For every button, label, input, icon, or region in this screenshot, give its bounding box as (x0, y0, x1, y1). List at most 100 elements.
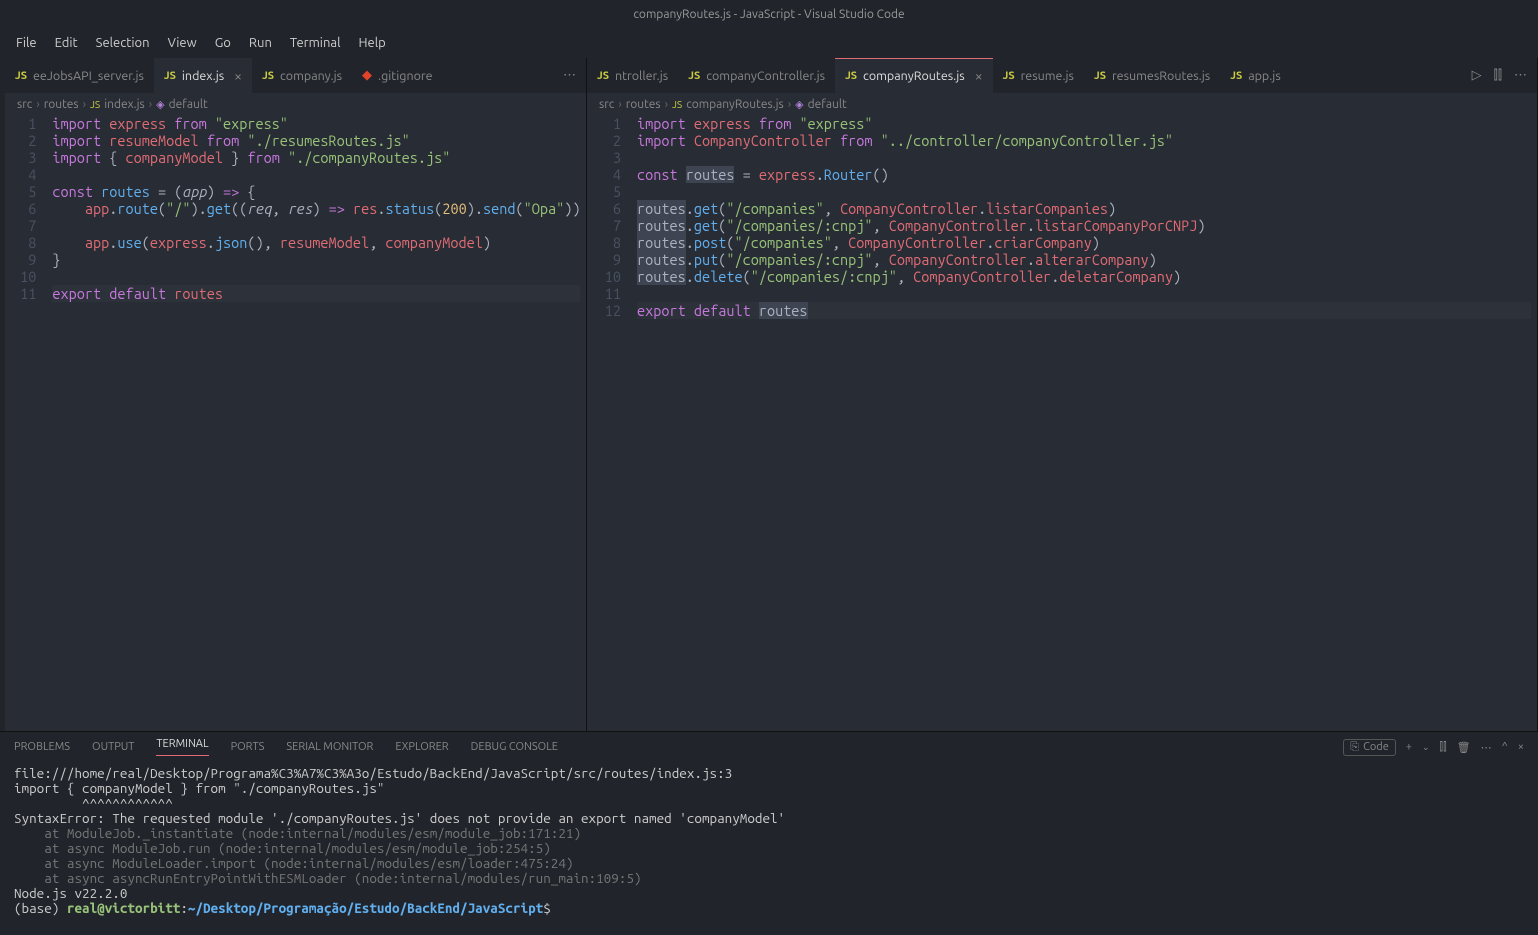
tab-index-js[interactable]: JSindex.js× (154, 58, 252, 93)
code-line[interactable]: routes.put("/companies/:cnpj", CompanyCo… (637, 251, 1531, 268)
code-line[interactable] (52, 268, 580, 285)
code-line[interactable]: const routes = (app) => { (52, 183, 580, 200)
panel-tab-debug-console[interactable]: DEBUG CONSOLE (471, 741, 558, 753)
tab-label: companyRoutes.js (863, 69, 965, 83)
menu-go[interactable]: Go (207, 32, 239, 54)
terminal-line: at async ModuleLoader.import (node:inter… (14, 856, 1524, 871)
code-line[interactable]: import CompanyController from "../contro… (637, 132, 1531, 149)
menu-selection[interactable]: Selection (88, 32, 158, 54)
code-line[interactable]: export default routes (52, 285, 580, 302)
tab-companyController-js[interactable]: JScompanyController.js (678, 58, 835, 93)
editor-pane-left: JSeeJobsAPI_server.jsJSindex.js×JScompan… (5, 58, 587, 731)
breadcrumb-item[interactable]: index.js (104, 98, 145, 111)
breadcrumb-item[interactable]: default (808, 98, 847, 111)
terminal-line: at async asyncRunEntryPointWithESMLoader… (14, 871, 1524, 886)
breadcrumb-item[interactable]: routes (44, 98, 79, 111)
tab-label: company.js (280, 69, 342, 83)
code-line[interactable]: } (52, 251, 580, 268)
more-icon[interactable]: ⋯ (1514, 68, 1527, 83)
code-line[interactable]: routes.get("/companies/:cnpj", CompanyCo… (637, 217, 1531, 234)
breadcrumb-item[interactable]: default (169, 98, 208, 111)
code-editor-right[interactable]: 123456789101112 import express from "exp… (587, 115, 1537, 731)
panel-tab-serial-monitor[interactable]: SERIAL MONITOR (286, 741, 373, 753)
code-line[interactable] (637, 285, 1531, 302)
new-terminal-icon[interactable]: + (1406, 741, 1412, 753)
chevron-up-icon[interactable]: ^ (1502, 741, 1508, 753)
code-line[interactable]: import { companyModel } from "./companyR… (52, 149, 580, 166)
breadcrumb-item[interactable]: src (599, 98, 614, 111)
code-line[interactable]: import express from "express" (637, 115, 1531, 132)
panel-tab-terminal[interactable]: TERMINAL (156, 738, 208, 756)
panel-tab-explorer[interactable]: EXPLORER (395, 741, 448, 753)
terminal-line: at async ModuleJob.run (node:internal/mo… (14, 841, 1524, 856)
split-terminal-icon[interactable]: ⫿⫿ (1440, 741, 1447, 754)
code-line[interactable]: export default routes (637, 302, 1531, 319)
close-icon[interactable]: × (234, 68, 242, 84)
code-line[interactable] (637, 183, 1531, 200)
code-lines-left[interactable]: import express from "express"import resu… (52, 115, 580, 731)
chevron-right-icon: › (83, 98, 86, 111)
breadcrumb-item[interactable]: companyRoutes.js (686, 98, 784, 111)
symbol-icon: ◈ (795, 98, 803, 111)
terminal-line: file:///home/real/Desktop/Programa%C3%A7… (14, 766, 1524, 781)
tab-app-js[interactable]: JSapp.js (1220, 58, 1291, 93)
menu-edit[interactable]: Edit (47, 32, 86, 54)
js-icon: JS (845, 70, 857, 82)
tab-ntroller-js[interactable]: JSntroller.js (587, 58, 678, 93)
tab-resumesRoutes-js[interactable]: JSresumesRoutes.js (1084, 58, 1220, 93)
terminal-selector[interactable]: ⎘ Code (1343, 739, 1396, 756)
breadcrumb-left[interactable]: src›routes›JSindex.js›◈default (5, 93, 586, 115)
code-editor-left[interactable]: 1234567891011 import express from "expre… (5, 115, 586, 731)
code-line[interactable]: routes.post("/companies", CompanyControl… (637, 234, 1531, 251)
chevron-down-icon[interactable]: ⌄ (1422, 742, 1430, 753)
js-icon: JS (164, 70, 176, 82)
menu-file[interactable]: File (8, 32, 45, 54)
code-line[interactable]: routes.get("/companies", CompanyControll… (637, 200, 1531, 217)
code-lines-right[interactable]: import express from "express"import Comp… (637, 115, 1531, 731)
code-line[interactable] (637, 149, 1531, 166)
code-line[interactable]: import resumeModel from "./resumesRoutes… (52, 132, 580, 149)
tab-company-js[interactable]: JScompany.js (252, 58, 352, 93)
line-number: 7 (5, 217, 36, 234)
tab-resume-js[interactable]: JSresume.js (993, 58, 1084, 93)
run-icon[interactable]: ▷ (1472, 68, 1482, 83)
breadcrumb-item[interactable]: routes (626, 98, 661, 111)
trash-icon[interactable]: 🗑 (1457, 741, 1471, 754)
more-icon[interactable]: ⋯ (563, 68, 576, 83)
panel-tab-problems[interactable]: PROBLEMS (14, 741, 70, 753)
code-line[interactable]: app.route("/").get((req, res) => res.sta… (52, 200, 580, 217)
code-line[interactable]: const routes = express.Router() (637, 166, 1531, 183)
panel-tab-output[interactable]: OUTPUT (92, 741, 134, 753)
code-line[interactable]: import express from "express" (52, 115, 580, 132)
gutter-left: 1234567891011 (5, 115, 52, 731)
split-icon[interactable]: ⫿⫿ (1494, 68, 1502, 83)
tab-eeJobsAPI_server-js[interactable]: JSeeJobsAPI_server.js (5, 58, 154, 93)
js-icon: JS (15, 70, 27, 82)
breadcrumb-item[interactable]: src (17, 98, 32, 111)
panel-tab-ports[interactable]: PORTS (231, 741, 265, 753)
more-icon[interactable]: ⋯ (1481, 741, 1492, 754)
code-line[interactable] (52, 166, 580, 183)
menu-help[interactable]: Help (350, 32, 393, 54)
line-number: 8 (587, 234, 621, 251)
close-icon[interactable]: × (1518, 741, 1524, 753)
minimap-right[interactable] (1531, 115, 1537, 731)
menu-terminal[interactable]: Terminal (282, 32, 349, 54)
tab-actions-left: ⋯ (553, 68, 586, 83)
terminal-output[interactable]: file:///home/real/Desktop/Programa%C3%A7… (0, 762, 1538, 935)
menu-run[interactable]: Run (241, 32, 280, 54)
menu-view[interactable]: View (160, 32, 205, 54)
terminal-line: import { companyModel } from "./companyR… (14, 781, 1524, 796)
minimap-left[interactable] (580, 115, 586, 731)
tab-companyRoutes-js[interactable]: JS companyRoutes.js × (835, 58, 993, 93)
code-line[interactable] (52, 217, 580, 234)
terminal-prompt[interactable]: (base) real@victorbitt:~/Desktop/Program… (14, 901, 1524, 916)
tab-label: resume.js (1021, 69, 1074, 83)
code-line[interactable]: app.use(express.json(), resumeModel, com… (52, 234, 580, 251)
tab--gitignore[interactable]: ◆.gitignore (352, 58, 442, 93)
terminal-line: ^^^^^^^^^^^^ (14, 796, 1524, 811)
code-line[interactable]: routes.delete("/companies/:cnpj", Compan… (637, 268, 1531, 285)
git-icon: ◆ (362, 68, 372, 83)
close-icon[interactable]: × (975, 68, 983, 84)
breadcrumb-right[interactable]: src›routes›JScompanyRoutes.js›◈default (587, 93, 1537, 115)
